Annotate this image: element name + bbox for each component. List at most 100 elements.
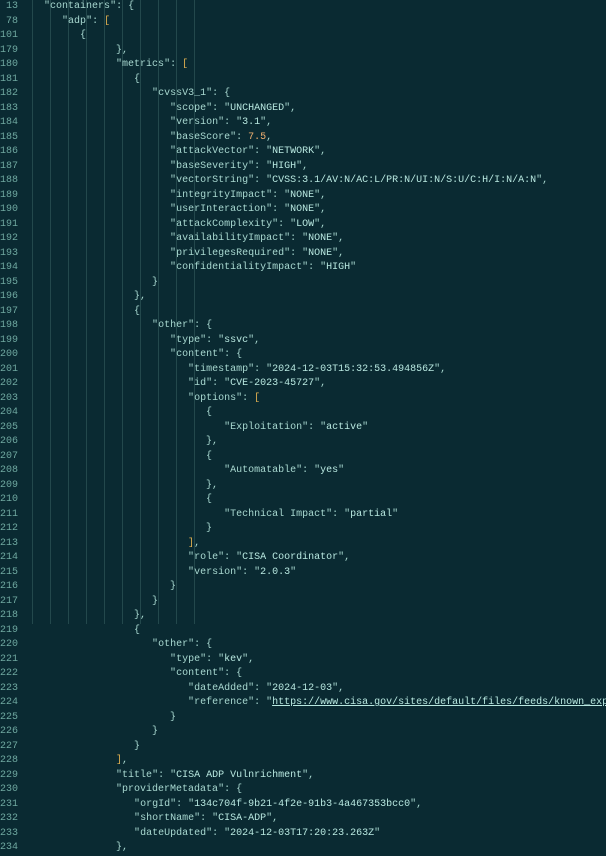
code-line[interactable]: "timestamp": "2024-12-03T15:32:53.494856…: [26, 363, 606, 378]
line-number: 180: [0, 58, 18, 73]
code-line[interactable]: ],: [26, 537, 606, 552]
line-number: 219: [0, 624, 18, 639]
code-line[interactable]: "version": "2.0.3": [26, 566, 606, 581]
line-number: 215: [0, 566, 18, 581]
line-number: 209: [0, 479, 18, 494]
code-line[interactable]: }: [26, 725, 606, 740]
line-number: 194: [0, 261, 18, 276]
code-line[interactable]: },: [26, 841, 606, 856]
line-number: 222: [0, 667, 18, 682]
code-line[interactable]: "availabilityImpact": "NONE",: [26, 232, 606, 247]
code-line[interactable]: },: [26, 479, 606, 494]
code-line[interactable]: "privilegesRequired": "NONE",: [26, 247, 606, 262]
code-line[interactable]: "options": [: [26, 392, 606, 407]
code-line[interactable]: {: [26, 73, 606, 88]
line-number: 186: [0, 145, 18, 160]
code-line[interactable]: "other": {: [26, 638, 606, 653]
code-line[interactable]: },: [26, 435, 606, 450]
line-number: 212: [0, 522, 18, 537]
code-line[interactable]: "Automatable": "yes": [26, 464, 606, 479]
line-number: 198: [0, 319, 18, 334]
line-number: 218: [0, 609, 18, 624]
code-line[interactable]: "id": "CVE-2023-45727",: [26, 377, 606, 392]
code-line[interactable]: {: [26, 305, 606, 320]
code-line[interactable]: "integrityImpact": "NONE",: [26, 189, 606, 204]
line-number: 234: [0, 841, 18, 856]
line-number: 226: [0, 725, 18, 740]
code-line[interactable]: "Exploitation": "active": [26, 421, 606, 436]
code-editor: 1378101179180181182183184185186187188189…: [0, 0, 606, 624]
code-line[interactable]: "other": {: [26, 319, 606, 334]
line-number: 228: [0, 754, 18, 769]
code-line[interactable]: "content": {: [26, 667, 606, 682]
code-line[interactable]: },: [26, 44, 606, 59]
line-number: 189: [0, 189, 18, 204]
code-line[interactable]: "type": "ssvc",: [26, 334, 606, 349]
code-line[interactable]: "providerMetadata": {: [26, 783, 606, 798]
line-number: 224: [0, 696, 18, 711]
code-line[interactable]: {: [26, 450, 606, 465]
line-number: 225: [0, 711, 18, 726]
code-line[interactable]: "vectorString": "CVSS:3.1/AV:N/AC:L/PR:N…: [26, 174, 606, 189]
line-number: 207: [0, 450, 18, 465]
line-number: 192: [0, 232, 18, 247]
line-number: 199: [0, 334, 18, 349]
code-line[interactable]: "attackVector": "NETWORK",: [26, 145, 606, 160]
code-line[interactable]: }: [26, 711, 606, 726]
code-line[interactable]: "userInteraction": "NONE",: [26, 203, 606, 218]
line-number: 223: [0, 682, 18, 697]
line-number: 231: [0, 798, 18, 813]
code-line[interactable]: {: [26, 406, 606, 421]
code-line[interactable]: "dateUpdated": "2024-12-03T17:20:23.263Z…: [26, 827, 606, 842]
code-line[interactable]: "version": "3.1",: [26, 116, 606, 131]
code-line[interactable]: {: [26, 29, 606, 44]
code-line[interactable]: "title": "CISA ADP Vulnrichment",: [26, 769, 606, 784]
line-number: 188: [0, 174, 18, 189]
line-number: 196: [0, 290, 18, 305]
code-line[interactable]: "baseScore": 7.5,: [26, 131, 606, 146]
line-number: 229: [0, 769, 18, 784]
code-line[interactable]: }: [26, 522, 606, 537]
code-line[interactable]: {: [26, 493, 606, 508]
code-line[interactable]: "Technical Impact": "partial": [26, 508, 606, 523]
code-line[interactable]: "metrics": [: [26, 58, 606, 73]
code-line[interactable]: "reference": "https://www.cisa.gov/sites…: [26, 696, 606, 711]
code-line[interactable]: }: [26, 740, 606, 755]
code-line[interactable]: "confidentialityImpact": "HIGH": [26, 261, 606, 276]
code-line[interactable]: }: [26, 276, 606, 291]
code-line[interactable]: }: [26, 595, 606, 610]
code-line[interactable]: "role": "CISA Coordinator",: [26, 551, 606, 566]
line-number: 208: [0, 464, 18, 479]
line-number: 101: [0, 29, 18, 44]
code-line[interactable]: ],: [26, 754, 606, 769]
line-number: 181: [0, 73, 18, 88]
line-number: 233: [0, 827, 18, 842]
code-line[interactable]: "content": {: [26, 348, 606, 363]
line-number: 216: [0, 580, 18, 595]
line-number: 183: [0, 102, 18, 117]
code-line[interactable]: }: [26, 580, 606, 595]
code-line[interactable]: "attackComplexity": "LOW",: [26, 218, 606, 233]
code-line[interactable]: },: [26, 290, 606, 305]
code-line[interactable]: {: [26, 624, 606, 639]
code-line[interactable]: "containers": {: [26, 0, 606, 15]
code-line[interactable]: "baseSeverity": "HIGH",: [26, 160, 606, 175]
line-number: 204: [0, 406, 18, 421]
line-number: 214: [0, 551, 18, 566]
line-number: 191: [0, 218, 18, 233]
line-number: 213: [0, 537, 18, 552]
code-line[interactable]: },: [26, 609, 606, 624]
code-line[interactable]: "dateAdded": "2024-12-03",: [26, 682, 606, 697]
code-line[interactable]: "scope": "UNCHANGED",: [26, 102, 606, 117]
line-number: 185: [0, 131, 18, 146]
code-line[interactable]: "cvssV3_1": {: [26, 87, 606, 102]
code-line[interactable]: "type": "kev",: [26, 653, 606, 668]
line-number: 217: [0, 595, 18, 610]
line-number: 193: [0, 247, 18, 262]
code-line[interactable]: "orgId": "134c704f-9b21-4f2e-91b3-4a4673…: [26, 798, 606, 813]
code-line[interactable]: "shortName": "CISA-ADP",: [26, 812, 606, 827]
code-area[interactable]: "containers": { "adp": [ { }, "metrics":…: [24, 0, 606, 624]
line-number: 190: [0, 203, 18, 218]
code-line[interactable]: "adp": [: [26, 15, 606, 30]
line-number-gutter: 1378101179180181182183184185186187188189…: [0, 0, 24, 624]
